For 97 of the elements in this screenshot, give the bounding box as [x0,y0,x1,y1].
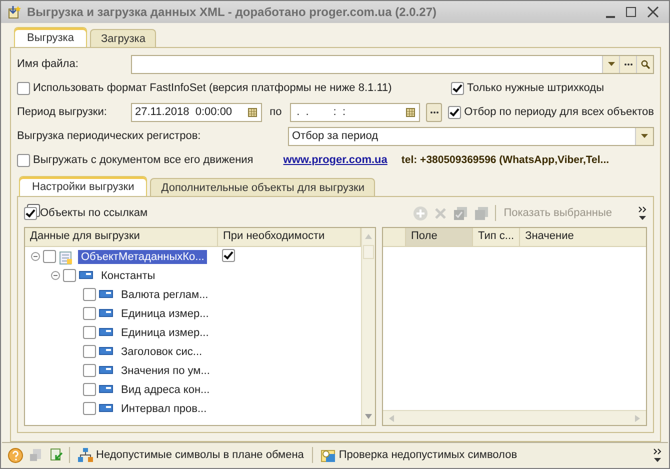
caret-icon [641,134,648,138]
uncheck-all-icon [474,206,489,220]
period-button[interactable] [426,102,442,122]
constant-icon [99,366,113,374]
checkbox-label: Только нужные штрихкоды [467,82,604,94]
ellipsis-icon [624,62,632,66]
tree-item[interactable]: Валюта реглам... [118,288,212,302]
toolbar-button[interactable]: Проверка недопустимых символов [318,448,520,462]
constant-icon [99,328,113,336]
constant-icon [99,290,113,298]
delete-icon [434,206,447,220]
scroll-up-icon [365,234,372,239]
checkbox-label: Использовать формат FastInfoSet (версия платформы не ниже 8.1.11) [33,82,392,94]
search-button[interactable] [636,56,653,72]
column-header[interactable]: Данные для выгрузки [25,228,218,246]
collapse-icon[interactable] [31,252,40,261]
minimize-icon [606,16,615,18]
window-title: Выгрузка и загрузка данных XML - доработано proger.com.ua (2.0.27) [27,5,438,19]
horizontal-scrollbar[interactable] [383,410,646,425]
phone-text: tel: +380509369596 (WhatsApp,Viber,Tel... [401,154,610,166]
tree-item[interactable]: Значения по ум... [118,364,213,378]
tree-item[interactable]: Единица измер... [118,306,212,320]
calendar-icon [248,108,257,116]
constant-icon [79,270,93,278]
checkbox[interactable] [17,154,30,166]
checkbox[interactable] [83,307,96,320]
checkbox[interactable] [17,82,30,94]
period-end-field[interactable]: . . : : [290,102,420,122]
dropdown-value: Отбор за период [291,130,380,142]
constant-icon [99,384,113,392]
ellipsis-icon [430,110,439,114]
checkbox-label: Объекты по ссылкам [40,207,148,219]
tree-item[interactable]: Константы [98,268,158,282]
document-icon [59,250,73,264]
scroll-down-icon [365,414,372,419]
tab[interactable]: Загрузка [90,29,156,47]
more-icon [638,206,647,220]
constant-icon [99,404,113,412]
field-label: Период выгрузки: [17,106,108,118]
tree-item[interactable]: Вид адреса кон... [118,382,213,396]
search-icon [640,60,650,68]
vertical-scrollbar[interactable] [361,228,375,425]
scroll-right-icon [635,414,640,422]
separator-label: по [270,106,283,118]
constant-icon [99,346,113,354]
collapse-icon[interactable] [51,271,60,280]
checkbox-label: Выгружать с документом все его движения [33,154,254,166]
checkbox[interactable] [83,402,96,415]
checkbox[interactable] [63,269,76,282]
network-icon [78,448,93,462]
dropdown-button[interactable] [602,56,619,72]
tab[interactable]: Настройки выгрузки [19,176,148,196]
app-icon [7,5,21,19]
tab[interactable]: Дополнительные объекты для выгрузки [150,178,376,196]
scroll-left-icon [389,414,394,422]
maximize-icon [625,6,637,18]
tree-item[interactable]: Единица измер... [118,326,212,340]
caret-icon [608,62,614,66]
website-link[interactable]: www.proger.com.ua [283,154,388,166]
column-header[interactable]: Тип с... [473,228,520,246]
date-value: . . : : [296,106,347,118]
checkbox-label: Отбор по периоду для всех объектов [464,106,654,118]
checkbox[interactable] [222,248,235,262]
checkbox[interactable] [43,250,56,263]
tab[interactable]: Выгрузка [14,27,87,47]
checkbox[interactable] [451,82,464,94]
checkbox[interactable] [24,206,37,220]
add-icon [412,206,428,220]
toolbar-button[interactable]: Недопустимые символы в плане обмена [76,448,306,462]
document-import-icon [49,448,63,462]
column-header[interactable]: Значение [520,228,646,246]
file-name-field[interactable] [131,54,654,74]
constant-icon [99,308,113,316]
tree-item[interactable]: ОбъектМетаданныхКо... [78,250,208,264]
tree-item[interactable]: Заголовок сис... [118,344,206,358]
more-icon [653,448,662,462]
checkbox[interactable] [83,383,96,396]
checkbox[interactable] [83,364,96,377]
date-value: 27.11.2018 0:00:00 [134,106,234,118]
checkbox[interactable] [448,106,462,118]
scroll-thumb[interactable] [363,245,374,259]
help-icon [8,448,23,462]
browse-button[interactable] [619,56,636,72]
close-icon [647,6,659,18]
field-label: Имя файла: [17,58,80,70]
calendar-icon [406,108,416,116]
checkbox[interactable] [83,345,96,358]
tree-item[interactable]: Интервал пров... [118,402,210,416]
checkbox[interactable] [83,288,96,301]
checkbox[interactable] [83,326,96,339]
search-window-icon [320,448,336,462]
registers-dropdown[interactable]: Отбор за период [288,126,654,146]
document-export-icon [29,448,43,462]
check-all-icon [452,206,468,220]
field-label: Выгрузка периодических регистров: [17,130,202,142]
column-header[interactable]: Поле [406,228,473,246]
period-start-field[interactable]: 27.11.2018 0:00:00 [131,102,262,122]
